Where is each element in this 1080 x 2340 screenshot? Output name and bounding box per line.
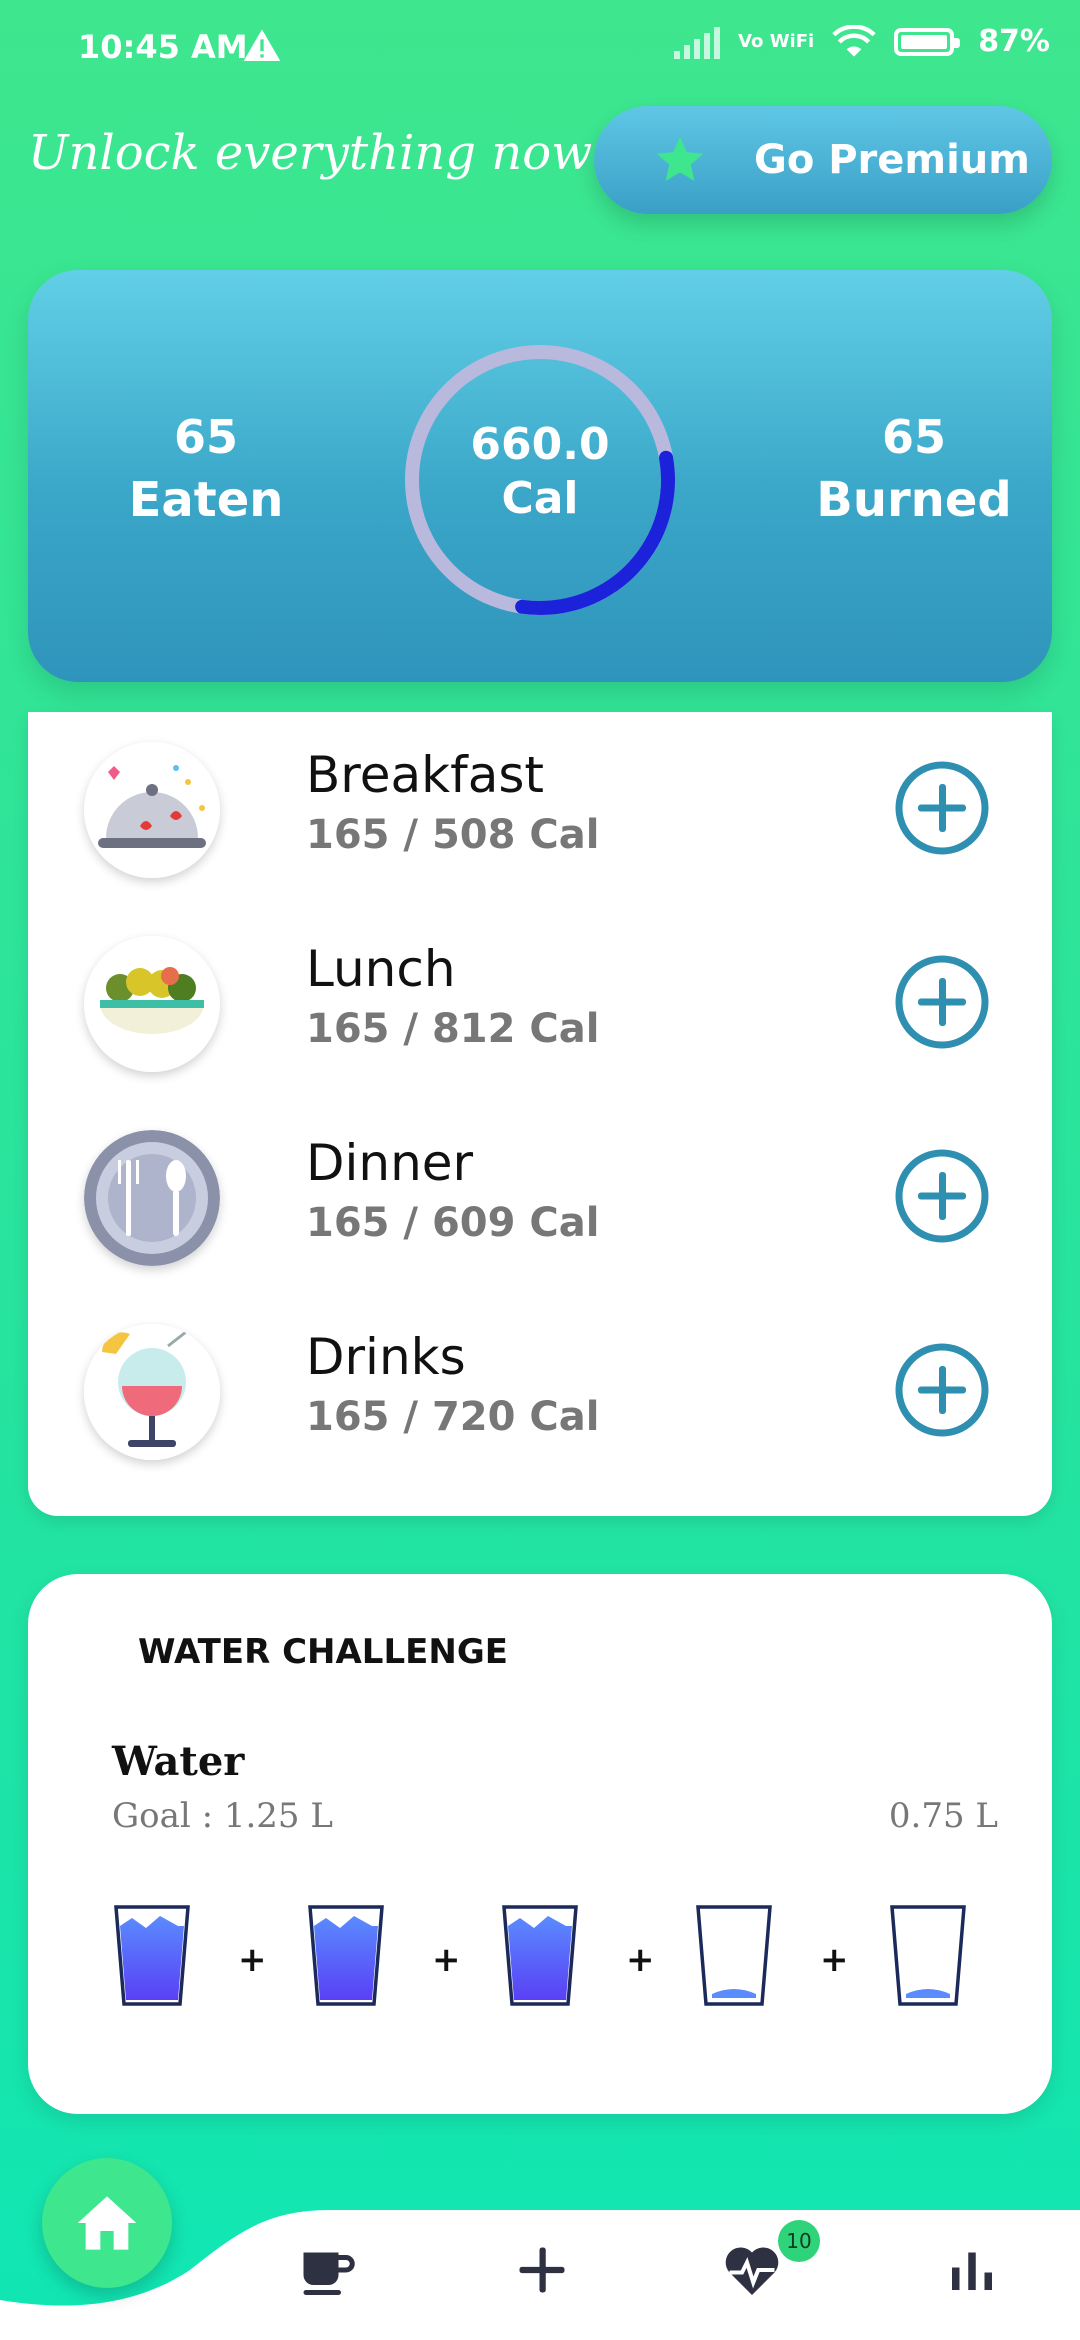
meal-item-drinks[interactable]: Drinks 165 / 720 Cal [28, 1294, 1052, 1474]
calorie-total-value: 660.0 [470, 419, 610, 470]
cloche-icon [84, 742, 220, 878]
signal-icon [674, 25, 721, 59]
status-time: 10:45 AM [78, 28, 248, 66]
water-glass-empty[interactable] [694, 1904, 774, 2008]
water-glass-full[interactable] [112, 1904, 192, 2008]
meal-list: Breakfast 165 / 508 Cal Lunch 165 / 812 … [28, 712, 1052, 1516]
water-challenge-title: WATER CHALLENGE [138, 1632, 508, 1672]
go-premium-label: Go Premium [754, 137, 1030, 183]
water-title: Water [112, 1738, 245, 1785]
home-icon [77, 2196, 137, 2250]
add-lunch-button[interactable] [894, 954, 990, 1050]
meal-name: Lunch [306, 940, 456, 998]
warning-icon [243, 29, 281, 61]
vowifi-label: Vo WiFi [738, 30, 815, 52]
eaten-value: 65 [173, 410, 238, 464]
add-drinks-button[interactable] [894, 1342, 990, 1438]
cocktail-icon [84, 1324, 220, 1460]
eaten-stat: 65 Eaten [96, 410, 316, 528]
cup-icon[interactable] [296, 2240, 356, 2300]
unlock-tagline: Unlock everything now ! [28, 125, 627, 181]
burned-label: Burned [816, 472, 1012, 528]
water-glass-empty[interactable] [888, 1904, 968, 2008]
wifi-icon [832, 24, 876, 57]
meal-item-breakfast[interactable]: Breakfast 165 / 508 Cal [28, 712, 1052, 892]
bar-chart-icon[interactable] [942, 2240, 1002, 2300]
eaten-label: Eaten [128, 472, 284, 528]
burned-stat: 65 Burned [804, 410, 1024, 528]
status-bar: 10:45 AM Vo WiFi 87% [0, 0, 1080, 100]
water-challenge-card: WATER CHALLENGE Water Goal : 1.25 L 0.75… [28, 1574, 1052, 2114]
meal-name: Dinner [306, 1134, 474, 1192]
plus-separator: + [432, 1940, 461, 1980]
plus-separator: + [820, 1940, 849, 1980]
meal-calories: 165 / 720 Cal [306, 1394, 600, 1440]
water-glass-full[interactable] [306, 1904, 386, 2008]
health-badge: 10 [778, 2220, 820, 2262]
burned-value: 65 [881, 410, 946, 464]
water-glass-full[interactable] [500, 1904, 580, 2008]
home-button[interactable] [42, 2158, 172, 2288]
water-goal: Goal : 1.25 L [112, 1796, 333, 1836]
add-dinner-button[interactable] [894, 1148, 990, 1244]
meal-calories: 165 / 508 Cal [306, 812, 600, 858]
meal-name: Breakfast [306, 746, 545, 804]
meal-calories: 165 / 812 Cal [306, 1006, 600, 1052]
add-icon[interactable] [512, 2240, 572, 2300]
meal-item-lunch[interactable]: Lunch 165 / 812 Cal [28, 906, 1052, 1086]
meal-name: Drinks [306, 1328, 466, 1386]
battery-percent: 87% [978, 24, 1050, 59]
battery-icon [894, 27, 961, 56]
meal-calories: 165 / 609 Cal [306, 1200, 600, 1246]
meal-item-dinner[interactable]: Dinner 165 / 609 Cal [28, 1100, 1052, 1280]
heart-rate-icon[interactable] [722, 2240, 782, 2300]
calorie-summary-card: 65 Eaten 660.0 Cal 65 Burned [28, 270, 1052, 682]
calorie-unit: Cal [501, 473, 579, 524]
salad-bowl-icon [84, 936, 220, 1072]
plus-separator: + [238, 1940, 267, 1980]
plus-separator: + [626, 1940, 655, 1980]
star-icon [656, 136, 704, 181]
go-premium-button[interactable]: Go Premium [594, 106, 1052, 214]
plate-cutlery-icon [84, 1130, 220, 1266]
water-amount: 0.75 L [888, 1796, 998, 1836]
add-breakfast-button[interactable] [894, 760, 990, 856]
